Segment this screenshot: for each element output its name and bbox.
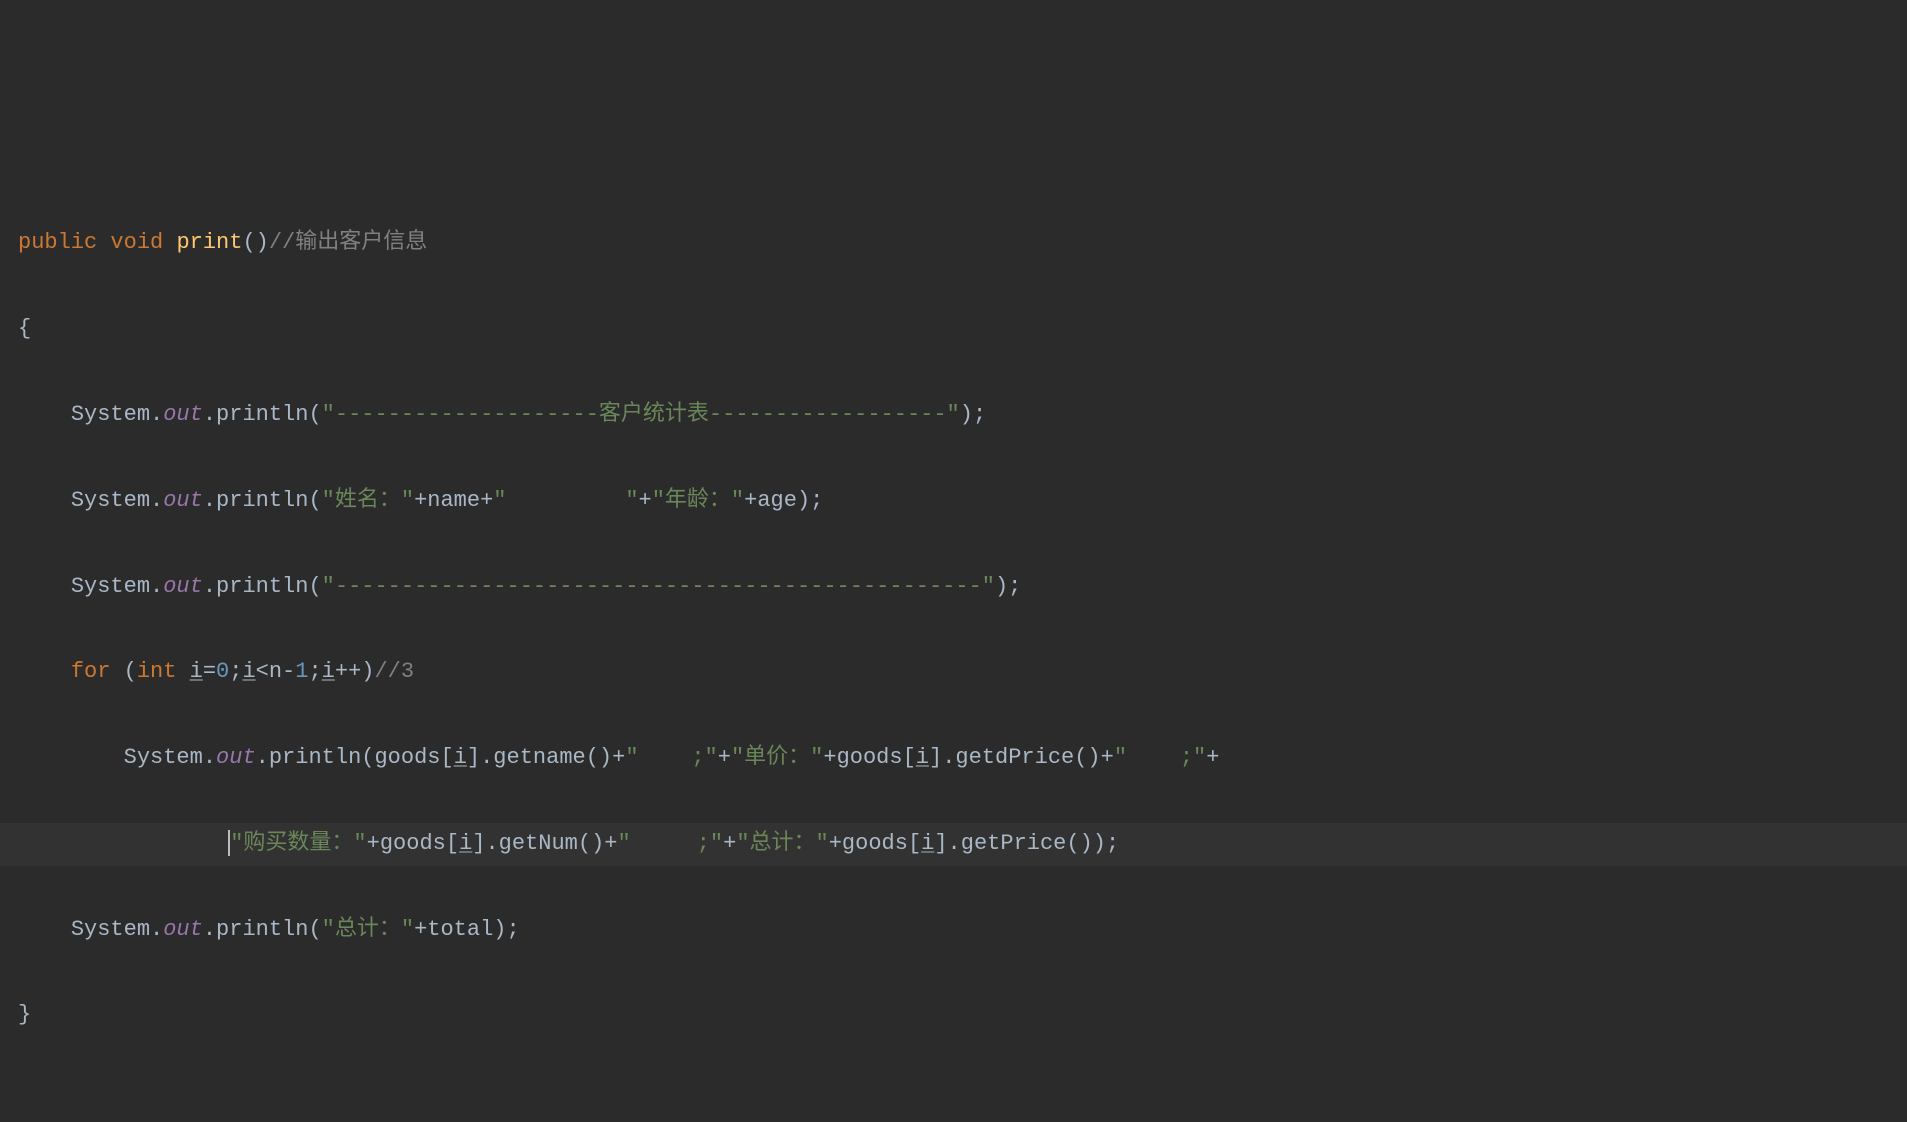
var-i: i [190, 659, 203, 684]
concat-op: + [718, 745, 731, 770]
out-field: out [163, 917, 203, 942]
keyword-void: void [110, 230, 163, 255]
method-chain: ].getdPrice()+ [929, 745, 1114, 770]
var-i: i [916, 745, 929, 770]
brace-open: { [18, 316, 31, 341]
code-line-6: for (int i=0;i<n-1;i++)//3 [0, 651, 1907, 694]
comment: //输出客户信息 [269, 230, 427, 255]
string-literal: " ;" [618, 831, 724, 856]
string-literal: " ;" [625, 745, 717, 770]
concat-op: + [1206, 745, 1219, 770]
string-literal: "年龄：" [652, 488, 744, 513]
paren-open: ( [110, 659, 136, 684]
code-line-10: } [0, 994, 1907, 1037]
code-editor[interactable]: public void print()//输出客户信息 { System.out… [0, 180, 1907, 1081]
string-literal: "总计：" [736, 831, 828, 856]
out-field: out [163, 488, 203, 513]
system-ref: System. [71, 402, 163, 427]
string-literal: "姓名：" [322, 488, 414, 513]
method-name: print [176, 230, 242, 255]
var-i: i [921, 831, 934, 856]
code-line-4: System.out.println("姓名："+name+" "+"年龄："+… [0, 480, 1907, 523]
string-literal: "单价：" [731, 745, 823, 770]
string-literal: "---------------------------------------… [322, 574, 995, 599]
concat-op: +goods[ [829, 831, 921, 856]
statement-end: ); [960, 402, 986, 427]
string-literal: " ;" [1114, 745, 1206, 770]
semicolon: ; [229, 659, 242, 684]
comment: //3 [374, 659, 414, 684]
parens: () [242, 230, 268, 255]
concat-op: +goods[ [367, 831, 459, 856]
concat-op: +goods[ [823, 745, 915, 770]
system-ref: System. [71, 488, 163, 513]
code-line-1: public void print()//输出客户信息 [0, 222, 1907, 265]
code-line-2: { [0, 308, 1907, 351]
var-i: i [454, 745, 467, 770]
println-call: .println( [203, 574, 322, 599]
method-chain: ].getPrice()); [934, 831, 1119, 856]
code-line-5: System.out.println("--------------------… [0, 566, 1907, 609]
out-field: out [163, 574, 203, 599]
out-field: out [163, 402, 203, 427]
keyword-for: for [71, 659, 111, 684]
semicolon: ; [308, 659, 321, 684]
code-line-8-active: "购买数量："+goods[i].getNum()+" ;"+"总计："+goo… [0, 823, 1907, 866]
method-chain: ].getNum()+ [472, 831, 617, 856]
string-literal: " " [493, 488, 638, 513]
println-call: .println(goods[ [256, 745, 454, 770]
number-literal: 0 [216, 659, 229, 684]
keyword-public: public [18, 230, 97, 255]
var-i: i [322, 659, 335, 684]
concat-op: +name+ [414, 488, 493, 513]
string-literal: "--------------------客户统计表--------------… [322, 402, 960, 427]
system-ref: System. [71, 574, 163, 599]
code-line-9: System.out.println("总计："+total); [0, 909, 1907, 952]
brace-close: } [18, 1002, 31, 1027]
statement-end: ); [995, 574, 1021, 599]
println-call: .println( [203, 488, 322, 513]
out-field: out [216, 745, 256, 770]
var-i: i [242, 659, 255, 684]
concat-op: + [639, 488, 652, 513]
println-call: .println( [203, 402, 322, 427]
system-ref: System. [124, 745, 216, 770]
string-literal: "购买数量：" [230, 831, 366, 856]
number-literal: 1 [295, 659, 308, 684]
keyword-int: int [137, 659, 177, 684]
code-line-7: System.out.println(goods[i].getname()+" … [0, 737, 1907, 780]
concat-op: +age); [744, 488, 823, 513]
var-i: i [459, 831, 472, 856]
concat-op: + [723, 831, 736, 856]
code-line-3: System.out.println("--------------------… [0, 394, 1907, 437]
system-ref: System. [71, 917, 163, 942]
method-chain: ].getname()+ [467, 745, 625, 770]
increment: ++) [335, 659, 375, 684]
eq-op: = [203, 659, 216, 684]
string-literal: "总计：" [322, 917, 414, 942]
println-call: .println( [203, 917, 322, 942]
concat-op: +total); [414, 917, 520, 942]
lt-expr: <n- [256, 659, 296, 684]
